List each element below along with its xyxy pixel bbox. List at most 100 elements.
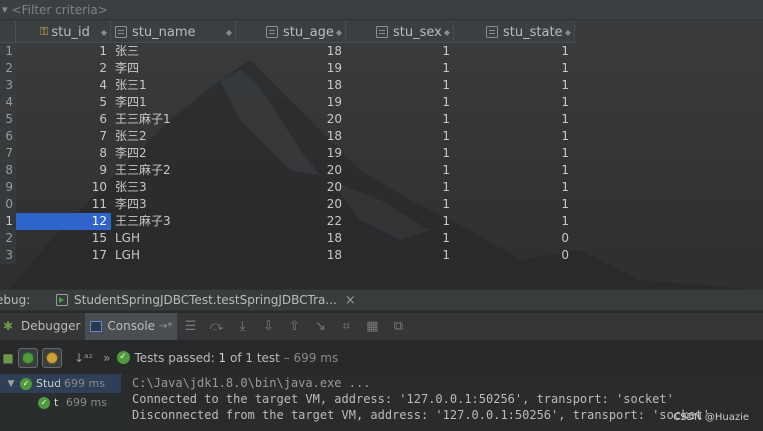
cell-stu-sex[interactable]: 1 (346, 196, 454, 213)
cell-stu-age[interactable]: 18 (236, 230, 346, 247)
cell-stu-id[interactable]: 17 (16, 247, 111, 264)
cell-stu-sex[interactable]: 1 (346, 128, 454, 145)
column-header-stu-age[interactable]: stu_age ◆ (236, 21, 346, 43)
cell-stu-age[interactable]: 19 (236, 145, 346, 162)
column-header-stu-sex[interactable]: stu_sex ◆ (346, 21, 454, 43)
cell-stu-id[interactable]: 1 (16, 43, 111, 60)
console-output[interactable]: C:\Java\jdk1.8.0\bin\java.exe ... Connec… (121, 374, 763, 431)
table-row[interactable]: 1 12 王三麻子3 22 1 1 (0, 213, 575, 230)
cell-stu-state[interactable]: 1 (454, 43, 575, 60)
cell-stu-name[interactable]: LGH (111, 247, 236, 264)
evaluate-icon[interactable]: ⌗ (333, 319, 359, 334)
cell-stu-state[interactable]: 0 (454, 247, 575, 264)
row-number[interactable]: 9 (0, 179, 16, 196)
table-row[interactable]: 2 15 LGH 18 1 0 (0, 230, 575, 247)
table-row[interactable]: 6 7 张三2 18 1 1 (0, 128, 575, 145)
sort-alphabetically-icon[interactable]: ↓ᵃᶻ (74, 351, 93, 365)
cell-stu-name[interactable]: LGH (111, 230, 236, 247)
show-ignored-button[interactable] (42, 347, 62, 368)
cell-stu-age[interactable]: 18 (236, 77, 346, 94)
expand-arrow-icon[interactable]: ▼ (2, 379, 20, 389)
close-icon[interactable]: × (345, 293, 356, 308)
cell-stu-age[interactable]: 18 (236, 43, 346, 60)
cell-stu-id[interactable]: 10 (16, 179, 111, 196)
table-row[interactable]: 0 11 李四3 20 1 1 (0, 196, 575, 213)
filter-bar[interactable]: ▾ <Filter criteria> (0, 0, 763, 20)
cell-stu-name[interactable]: 王三麻子3 (111, 213, 236, 230)
force-step-into-icon[interactable]: ⇩ (255, 319, 281, 334)
cell-stu-state[interactable]: 1 (454, 128, 575, 145)
cell-stu-name[interactable]: 王三麻子2 (111, 162, 236, 179)
table-row[interactable]: 4 5 李四1 19 1 1 (0, 94, 575, 111)
cell-stu-state[interactable]: 0 (454, 230, 575, 247)
cell-stu-id[interactable]: 7 (16, 128, 111, 145)
cell-stu-name[interactable]: 李四1 (111, 94, 236, 111)
step-out-icon[interactable]: ⇧ (281, 319, 307, 334)
cell-stu-sex[interactable]: 1 (346, 145, 454, 162)
table-row[interactable]: 1 1 张三 18 1 1 (0, 43, 575, 60)
cell-stu-age[interactable]: 19 (236, 60, 346, 77)
resume-icon[interactable]: ✱ (0, 319, 16, 333)
cell-stu-name[interactable]: 李四2 (111, 145, 236, 162)
row-number[interactable]: 4 (0, 94, 16, 111)
cell-stu-state[interactable]: 1 (454, 196, 575, 213)
cell-stu-state[interactable]: 1 (454, 145, 575, 162)
cell-stu-sex[interactable]: 1 (346, 60, 454, 77)
cell-stu-sex[interactable]: 1 (346, 94, 454, 111)
cell-stu-state[interactable]: 1 (454, 77, 575, 94)
row-number[interactable]: 1 (0, 43, 16, 60)
cell-stu-age[interactable]: 20 (236, 162, 346, 179)
cell-stu-age[interactable]: 19 (236, 94, 346, 111)
cell-stu-id[interactable]: 8 (16, 145, 111, 162)
tab-console[interactable]: Console →* (85, 312, 178, 340)
tree-item-test-method[interactable]: ✓ t 699 ms (0, 393, 121, 412)
sort-icon[interactable]: ◆ (226, 28, 232, 37)
cell-stu-name[interactable]: 张三3 (111, 179, 236, 196)
menu-icon[interactable]: ☰ (177, 319, 203, 334)
table-row[interactable]: 8 9 王三麻子2 20 1 1 (0, 162, 575, 179)
table-row[interactable]: 3 4 张三1 18 1 1 (0, 77, 575, 94)
cell-stu-sex[interactable]: 1 (346, 111, 454, 128)
cell-stu-name[interactable]: 王三麻子1 (111, 111, 236, 128)
row-number[interactable]: 7 (0, 145, 16, 162)
sort-icon[interactable]: ◆ (565, 28, 571, 37)
table-row[interactable]: 7 8 李四2 19 1 1 (0, 145, 575, 162)
cell-stu-state[interactable]: 1 (454, 94, 575, 111)
row-number[interactable]: 2 (0, 230, 16, 247)
cell-stu-age[interactable]: 18 (236, 247, 346, 264)
cell-stu-state[interactable]: 1 (454, 179, 575, 196)
cell-stu-sex[interactable]: 1 (346, 179, 454, 196)
cell-stu-name[interactable]: 李四3 (111, 196, 236, 213)
cell-stu-sex[interactable]: 1 (346, 162, 454, 179)
row-number[interactable]: 1 (0, 213, 16, 230)
split-icon[interactable]: ⧉ (385, 319, 411, 334)
step-over-icon[interactable]: ⤼ (203, 319, 229, 334)
step-into-icon[interactable]: ⤓ (229, 319, 255, 334)
table-row[interactable]: 2 2 李四 19 1 1 (0, 60, 575, 77)
table-icon[interactable]: ▦ (359, 319, 385, 334)
cell-stu-state[interactable]: 1 (454, 60, 575, 77)
cell-stu-sex[interactable]: 1 (346, 77, 454, 94)
cell-stu-id[interactable]: 15 (16, 230, 111, 247)
cell-stu-sex[interactable]: 1 (346, 247, 454, 264)
tree-item-test-class[interactable]: ▼ ✓ Stud 699 ms (0, 374, 121, 393)
cell-stu-sex[interactable]: 1 (346, 43, 454, 60)
cell-stu-id[interactable]: 6 (16, 111, 111, 128)
cell-stu-age[interactable]: 22 (236, 213, 346, 230)
cell-stu-id[interactable]: 4 (16, 77, 111, 94)
cell-stu-name[interactable]: 李四 (111, 60, 236, 77)
cell-stu-sex[interactable]: 1 (346, 213, 454, 230)
cell-stu-state[interactable]: 1 (454, 111, 575, 128)
column-header-stu-state[interactable]: stu_state ◆ (454, 21, 575, 43)
table-row[interactable]: 5 6 王三麻子1 20 1 1 (0, 111, 575, 128)
pin-icon[interactable]: →* (159, 321, 172, 332)
cell-stu-name[interactable]: 张三2 (111, 128, 236, 145)
cell-stu-name[interactable]: 张三1 (111, 77, 236, 94)
cell-stu-age[interactable]: 20 (236, 196, 346, 213)
row-number[interactable]: 3 (0, 77, 16, 94)
cell-stu-id[interactable]: 5 (16, 94, 111, 111)
cell-stu-state[interactable]: 1 (454, 162, 575, 179)
cell-stu-state[interactable]: 1 (454, 213, 575, 230)
row-number[interactable]: 0 (0, 196, 16, 213)
cell-stu-id[interactable]: 12 (16, 213, 111, 230)
